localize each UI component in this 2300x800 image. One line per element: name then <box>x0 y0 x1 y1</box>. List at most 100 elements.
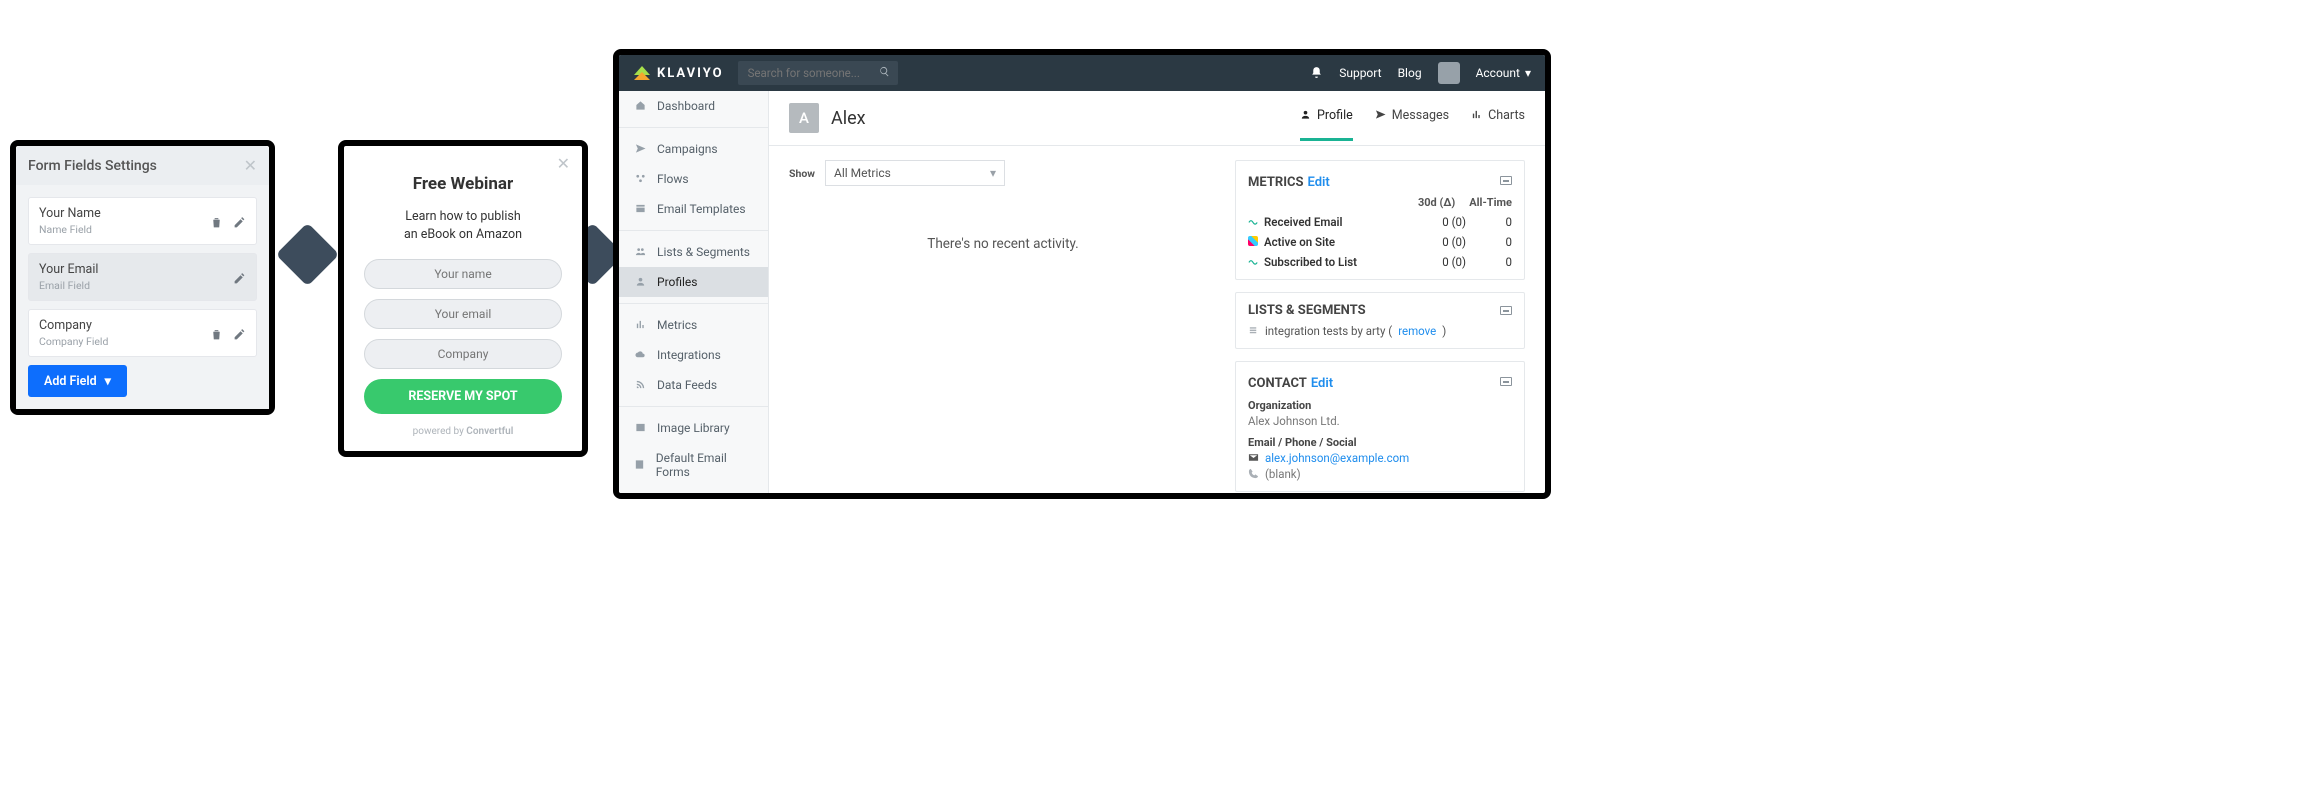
trash-icon[interactable] <box>210 324 223 343</box>
org-label: Organization <box>1248 399 1512 412</box>
send-icon <box>1375 108 1386 123</box>
sidebar-label: Default Email Forms <box>656 451 754 479</box>
sidebar-item-folders[interactable]: Folders <box>619 487 768 493</box>
tab-label: Messages <box>1392 108 1449 123</box>
edit-icon[interactable] <box>233 212 246 231</box>
sidebar-item-lists-segments[interactable]: Lists & Segments <box>619 237 768 267</box>
account-menu[interactable]: Account ▾ <box>1476 66 1531 80</box>
chevron-down-icon: ▾ <box>105 373 111 389</box>
sidebar-item-profiles[interactable]: Profiles <box>619 267 768 297</box>
field-label: Company <box>39 318 108 333</box>
person-icon <box>633 275 647 289</box>
close-icon[interactable]: ✕ <box>557 154 570 173</box>
chart-icon <box>1471 108 1482 123</box>
sidebar-item-flows[interactable]: Flows <box>619 164 768 194</box>
sidebar-divider <box>619 303 768 304</box>
metrics-dropdown[interactable]: All Metrics ▾ <box>825 160 1005 186</box>
field-row[interactable]: Your Email Email Field <box>28 253 257 301</box>
sidebar-divider <box>619 127 768 128</box>
email-link[interactable]: alex.johnson@example.com <box>1265 451 1409 465</box>
sidebar-label: Profiles <box>657 275 698 289</box>
card-title: LISTS & SEGMENTS <box>1248 303 1366 318</box>
caret-down-icon: ▾ <box>990 166 996 180</box>
support-link[interactable]: Support <box>1339 66 1381 80</box>
collapse-icon[interactable] <box>1500 176 1512 185</box>
sidebar-label: Integrations <box>657 348 721 362</box>
profile-header: A Alex Profile Messages Charts <box>769 91 1545 146</box>
remove-link[interactable]: remove <box>1398 324 1436 338</box>
sidebar-label: Metrics <box>657 318 697 332</box>
tab-label: Charts <box>1488 108 1525 123</box>
contact-card: CONTACT Edit Organization Alex Johnson L… <box>1235 361 1525 492</box>
metric-name: Subscribed to List <box>1264 255 1420 269</box>
sidebar-item-integrations[interactable]: Integrations <box>619 340 768 370</box>
collapse-icon[interactable] <box>1500 306 1512 315</box>
sidebar-item-default-email-forms[interactable]: Default Email Forms <box>619 443 768 487</box>
phone-icon <box>1248 467 1259 481</box>
phone-value: (blank) <box>1265 467 1301 481</box>
list-icon <box>1248 324 1259 338</box>
search-input[interactable] <box>738 61 898 85</box>
sidebar-label: Flows <box>657 172 689 186</box>
tab-profile[interactable]: Profile <box>1300 108 1353 129</box>
cloud-icon <box>633 348 647 362</box>
chart-icon <box>633 318 647 332</box>
email-input[interactable] <box>364 299 562 329</box>
add-field-button[interactable]: Add Field ▾ <box>28 365 127 397</box>
field-row[interactable]: Your Name Name Field <box>28 197 257 245</box>
tab-charts[interactable]: Charts <box>1471 108 1525 129</box>
brand-logo[interactable]: KLAVIYO <box>633 66 724 81</box>
search-icon[interactable] <box>879 66 890 79</box>
trash-icon[interactable] <box>210 212 223 231</box>
metric-alltime: 0 <box>1466 215 1512 229</box>
dashboard-icon <box>633 99 647 113</box>
field-sub: Name Field <box>39 223 101 236</box>
company-input[interactable] <box>364 339 562 369</box>
metric-30d: 0 (0) <box>1420 215 1466 229</box>
metric-alltime: 0 <box>1466 235 1512 249</box>
col-30d: 30d (Δ) <box>1418 196 1455 209</box>
metric-name: Active on Site <box>1264 235 1420 249</box>
edit-icon[interactable] <box>233 268 246 287</box>
field-row[interactable]: Company Company Field <box>28 309 257 357</box>
sidebar-label: Lists & Segments <box>657 245 750 259</box>
close-icon[interactable]: ✕ <box>244 156 257 175</box>
webinar-popup: ✕ Free Webinar Learn how to publish an e… <box>338 140 588 457</box>
caret-down-icon: ▾ <box>1525 66 1531 80</box>
sidebar-item-dashboard[interactable]: Dashboard <box>619 91 768 121</box>
flows-icon <box>633 172 647 186</box>
people-icon <box>633 245 647 259</box>
collapse-icon[interactable] <box>1500 377 1512 386</box>
metrics-card: METRICS Edit 30d (Δ) All-Time Received E… <box>1235 160 1525 280</box>
sidebar-item-email-templates[interactable]: Email Templates <box>619 194 768 224</box>
bell-icon[interactable] <box>1310 66 1323 80</box>
eps-label: Email / Phone / Social <box>1248 436 1512 449</box>
sidebar-divider <box>619 230 768 231</box>
metric-row: Received Email0 (0)0 <box>1248 215 1512 229</box>
reserve-button[interactable]: RESERVE MY SPOT <box>364 379 562 414</box>
tab-messages[interactable]: Messages <box>1375 108 1449 129</box>
sidebar-item-data-feeds[interactable]: Data Feeds <box>619 370 768 400</box>
metric-alltime: 0 <box>1466 255 1512 269</box>
edit-icon[interactable] <box>233 324 246 343</box>
wave-icon <box>1248 215 1259 229</box>
sidebar-item-image-library[interactable]: Image Library <box>619 413 768 443</box>
blog-link[interactable]: Blog <box>1398 66 1422 80</box>
metric-row: Active on Site0 (0)0 <box>1248 235 1512 249</box>
avatar[interactable] <box>1438 62 1460 84</box>
sidebar-item-metrics[interactable]: Metrics <box>619 310 768 340</box>
profile-avatar: A <box>789 103 819 133</box>
sidebar-item-campaigns[interactable]: Campaigns <box>619 134 768 164</box>
add-field-label: Add Field <box>44 374 97 389</box>
brand-name: KLAVIYO <box>657 66 724 81</box>
sidebar-divider <box>619 406 768 407</box>
profile-name: Alex <box>831 108 866 129</box>
edit-link[interactable]: Edit <box>1308 175 1330 190</box>
lists-segments-card: LISTS & SEGMENTS integration tests by ar… <box>1235 292 1525 349</box>
sidebar-label: Data Feeds <box>657 378 717 392</box>
person-icon <box>1300 108 1311 123</box>
edit-link[interactable]: Edit <box>1311 376 1333 391</box>
metric-30d: 0 (0) <box>1420 235 1466 249</box>
name-input[interactable] <box>364 259 562 289</box>
empty-state: There's no recent activity. <box>789 236 1217 252</box>
